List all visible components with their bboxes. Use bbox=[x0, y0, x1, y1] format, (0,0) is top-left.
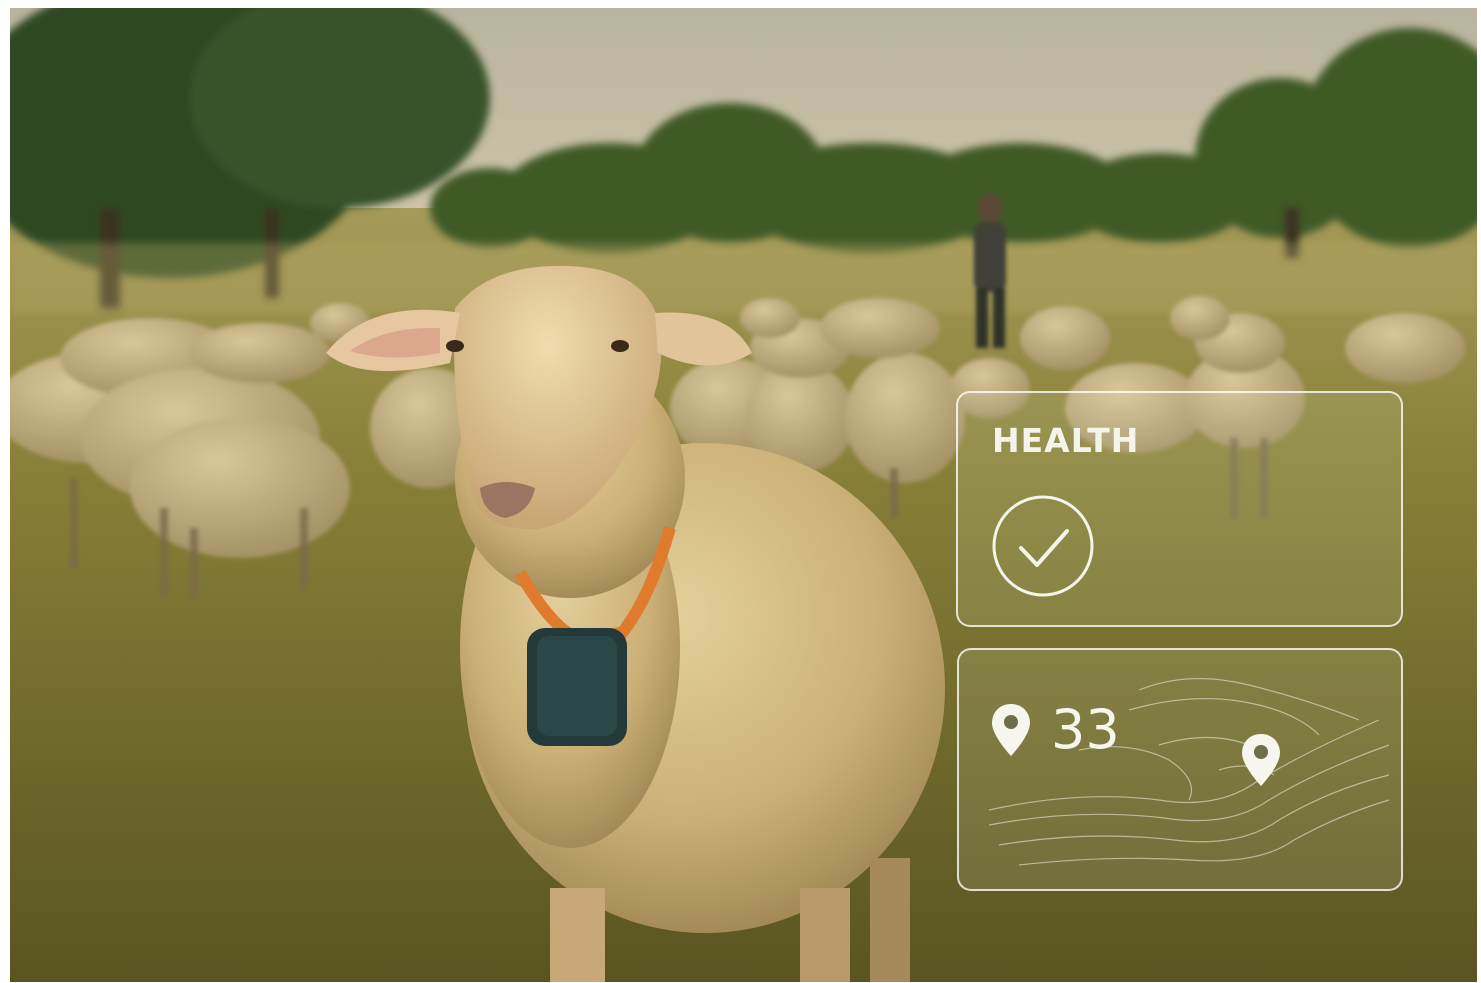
location-pin-icon bbox=[992, 704, 1030, 756]
health-panel: HEALTH bbox=[956, 391, 1403, 627]
location-panel: 33 bbox=[957, 648, 1403, 891]
topographic-map bbox=[988, 677, 1390, 866]
health-title: HEALTH bbox=[992, 421, 1140, 460]
check-circle-icon bbox=[992, 495, 1094, 597]
pasture-photo: HEALTH 33 bbox=[10, 8, 1477, 982]
map-pin-icon bbox=[1242, 734, 1280, 786]
location-count: 33 bbox=[1051, 698, 1120, 761]
